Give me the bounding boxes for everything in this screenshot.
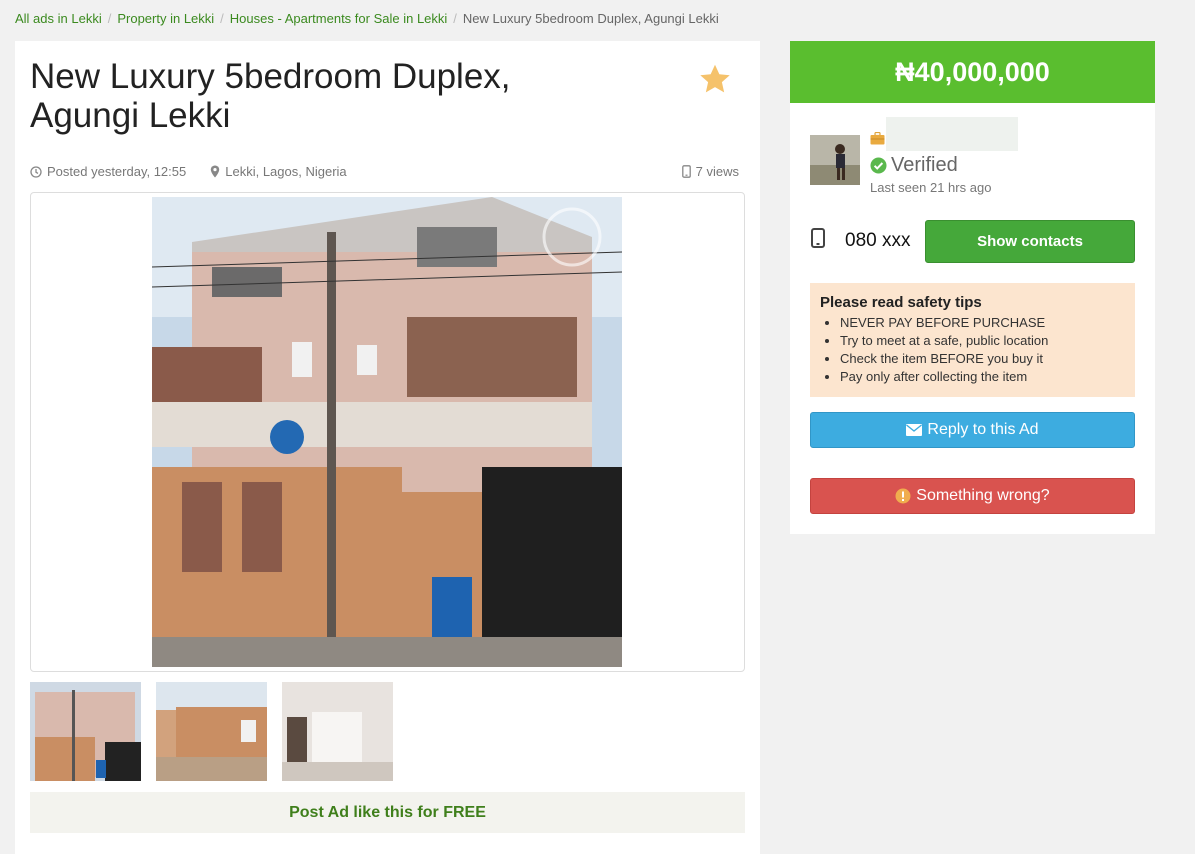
list-item: Pay only after collecting the item bbox=[840, 368, 1125, 386]
posted-info: Posted yesterday, 12:55 bbox=[30, 164, 186, 179]
briefcase-icon bbox=[870, 132, 885, 145]
ad-meta: Posted yesterday, 12:55 Lekki, Lagos, Ni… bbox=[30, 164, 739, 179]
safety-tips-list: NEVER PAY BEFORE PURCHASE Try to meet at… bbox=[820, 314, 1125, 386]
report-ad-button[interactable]: Something wrong? bbox=[810, 478, 1135, 514]
list-item: NEVER PAY BEFORE PURCHASE bbox=[840, 314, 1125, 332]
seller-sidebar: ₦40,000,000 Verified Last seen 21 hrs ag… bbox=[790, 41, 1155, 534]
breadcrumb-separator: / bbox=[107, 11, 112, 26]
thumbnail-strip bbox=[30, 682, 408, 781]
views-info: 7 views bbox=[681, 164, 739, 179]
reply-to-ad-button[interactable]: Reply to this Ad bbox=[810, 412, 1135, 448]
safety-tips: Please read safety tips NEVER PAY BEFORE… bbox=[810, 283, 1135, 397]
map-pin-icon bbox=[211, 165, 220, 178]
reply-label: Reply to this Ad bbox=[927, 421, 1039, 438]
breadcrumb-current: New Luxury 5bedroom Duplex, Agungi Lekki bbox=[462, 11, 719, 26]
breadcrumb-link-lekki[interactable]: All ads in Lekki bbox=[15, 11, 102, 26]
breadcrumb: All ads in Lekki / Property in Lekki / H… bbox=[15, 11, 719, 26]
posted-text: Posted yesterday, 12:55 bbox=[47, 164, 187, 179]
report-label: Something wrong? bbox=[916, 487, 1050, 504]
ad-panel: New Luxury 5bedroom Duplex, Agungi Lekki… bbox=[15, 41, 760, 854]
exclamation-icon bbox=[895, 488, 911, 504]
location-info: Lekki, Lagos, Nigeria bbox=[210, 164, 347, 179]
seller-name[interactable] bbox=[886, 117, 1018, 151]
breadcrumb-link-houses[interactable]: Houses - Apartments for Sale in Lekki bbox=[230, 11, 448, 26]
phone-number: 080 xxx bbox=[845, 230, 911, 251]
check-circle-icon bbox=[870, 157, 887, 174]
mobile-icon bbox=[811, 228, 825, 248]
price-tag: ₦40,000,000 bbox=[790, 41, 1155, 103]
thumbnail-2[interactable] bbox=[156, 682, 267, 781]
location-text: Lekki, Lagos, Nigeria bbox=[225, 164, 347, 179]
ad-title: New Luxury 5bedroom Duplex, Agungi Lekki bbox=[30, 57, 511, 135]
show-contacts-button[interactable]: Show contacts bbox=[925, 220, 1135, 263]
verified-badge: Verified bbox=[870, 154, 958, 177]
house-photo bbox=[152, 197, 622, 667]
thumbnail-3[interactable] bbox=[282, 682, 393, 781]
last-seen: Last seen 21 hrs ago bbox=[870, 180, 992, 195]
mobile-icon bbox=[681, 165, 691, 178]
list-item: Check the item BEFORE you buy it bbox=[840, 350, 1125, 368]
main-photo[interactable] bbox=[152, 197, 622, 667]
safety-tips-title: Please read safety tips bbox=[820, 294, 982, 311]
main-photo-frame bbox=[30, 192, 745, 672]
verified-label: Verified bbox=[891, 154, 958, 176]
clock-icon bbox=[30, 165, 42, 178]
post-ad-free-button[interactable]: Post Ad like this for FREE bbox=[30, 792, 745, 833]
thumbnail-1[interactable] bbox=[30, 682, 141, 781]
avatar[interactable] bbox=[810, 135, 860, 185]
breadcrumb-separator: / bbox=[220, 11, 224, 26]
breadcrumb-separator: / bbox=[453, 11, 457, 26]
envelope-icon bbox=[906, 424, 923, 436]
list-item: Try to meet at a safe, public location bbox=[840, 332, 1125, 350]
views-text: 7 views bbox=[695, 164, 739, 179]
star-icon[interactable] bbox=[697, 61, 733, 97]
breadcrumb-link-property[interactable]: Property in Lekki bbox=[117, 11, 214, 26]
